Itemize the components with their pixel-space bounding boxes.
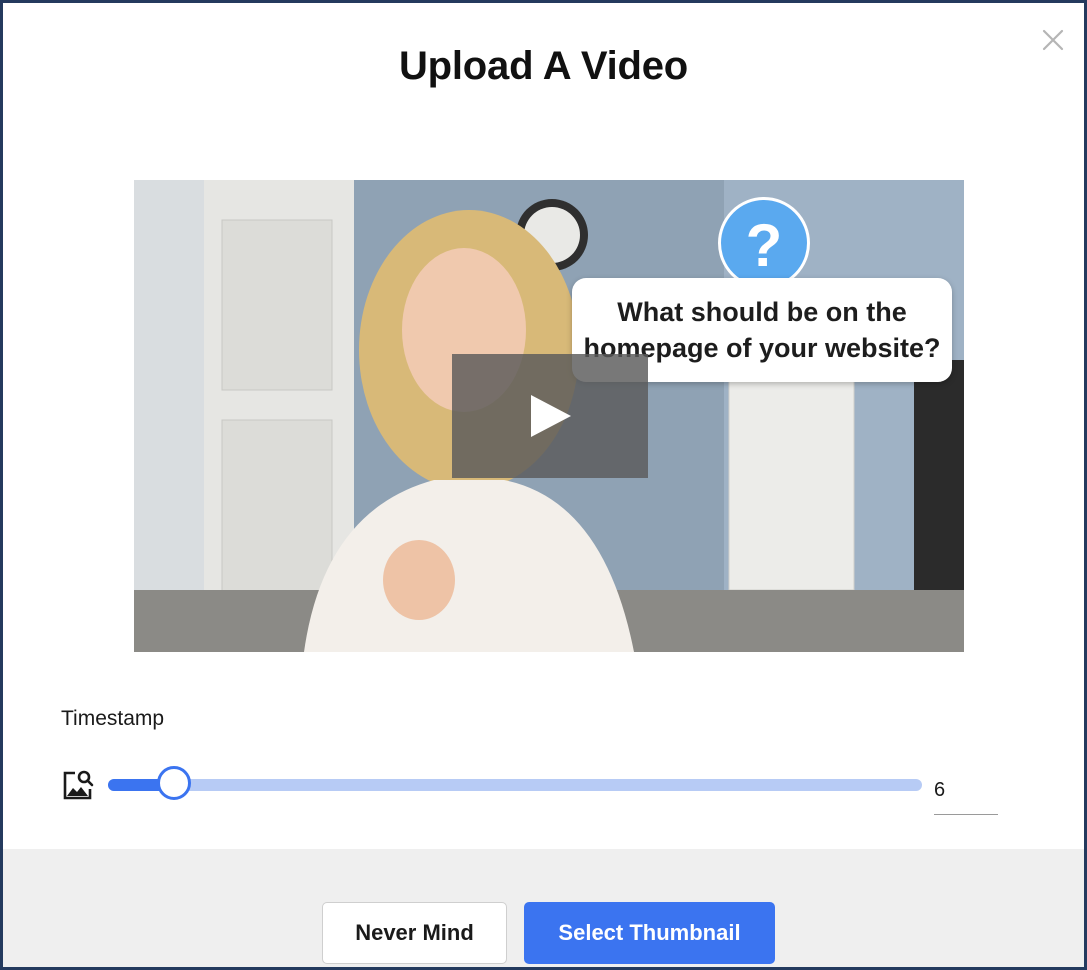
dialog-footer: Never Mind Select Thumbnail: [3, 849, 1084, 967]
timestamp-value-field[interactable]: [934, 775, 998, 815]
timestamp-slider[interactable]: [108, 766, 922, 800]
select-thumbnail-button[interactable]: Select Thumbnail: [524, 902, 775, 964]
never-mind-button[interactable]: Never Mind: [322, 902, 507, 964]
upload-video-dialog: Upload A Video ? What should be on the h…: [0, 0, 1087, 970]
video-preview[interactable]: ? What should be on the homepage of your…: [134, 180, 964, 652]
question-mark-badge: ?: [718, 197, 810, 289]
dialog-title: Upload A Video: [398, 44, 689, 88]
slider-handle[interactable]: [157, 766, 192, 800]
timestamp-label: Timestamp: [61, 707, 165, 730]
image-search-icon: [61, 768, 95, 802]
play-icon: [531, 395, 571, 437]
play-button[interactable]: [452, 354, 648, 478]
